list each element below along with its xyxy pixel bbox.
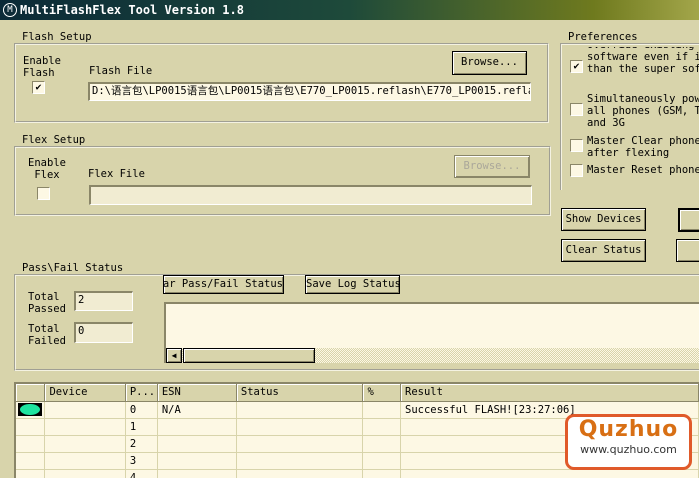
cell-device — [44, 418, 126, 436]
table-row[interactable]: 4 — [16, 469, 699, 478]
flex-file-input[interactable] — [89, 185, 532, 205]
pref-master-reset-checkbox[interactable] — [570, 164, 583, 177]
col-percent[interactable]: % — [362, 384, 401, 402]
pref-power-checkbox[interactable] — [570, 103, 583, 116]
pass-fail-label: Pass\Fail Status — [20, 262, 126, 274]
preferences-label: Preferences — [566, 31, 640, 43]
flash-browse-button[interactable]: Browse... — [452, 51, 527, 75]
pref-override-checkbox[interactable]: ✔ — [570, 60, 583, 73]
cell-port: 1 — [125, 418, 158, 436]
flash-file-input[interactable]: D:\语言包\LP0015语言包\LP0015语言包\E770_LP0015.r… — [88, 82, 531, 101]
status-led-cell — [16, 401, 46, 419]
clear-pass-fail-label: Clear Pass/Fail Status — [163, 278, 283, 290]
enable-flash-checkbox[interactable]: ✔ — [32, 81, 45, 94]
col-port[interactable]: P... — [125, 384, 158, 402]
cell-status — [236, 452, 364, 470]
col-result[interactable]: Result — [400, 384, 699, 402]
cell-device — [44, 435, 126, 453]
stop-button[interactable] — [676, 239, 699, 262]
table-header: Device P... ESN Status % Result — [16, 384, 699, 402]
col-esn[interactable]: ESN — [157, 384, 237, 402]
cell-port: 3 — [125, 452, 158, 470]
cell-esn — [157, 452, 237, 470]
watermark-url: www.quzhuo.com — [580, 443, 677, 456]
scroll-left-icon[interactable]: ◀ — [166, 348, 182, 363]
flash-setup-label: Flash Setup — [20, 31, 94, 43]
cell-device — [44, 401, 126, 419]
cell-status — [236, 435, 364, 453]
col-status-led[interactable] — [16, 384, 46, 402]
pref-power-label: Simultaneously power all phones (GSM, TD… — [587, 93, 699, 129]
motorola-logo-icon: M — [3, 3, 17, 17]
flex-file-label: Flex File — [88, 168, 145, 180]
total-passed-field: 2 — [74, 291, 133, 311]
total-failed-field: 0 — [74, 322, 133, 343]
save-log-button[interactable]: Save Log Status — [305, 275, 400, 294]
flex-browse-button[interactable]: Browse... — [454, 155, 530, 178]
col-status[interactable]: Status — [236, 384, 364, 402]
col-device[interactable]: Device — [44, 384, 126, 402]
cell-port: 4 — [125, 469, 158, 478]
cell-device — [44, 469, 126, 478]
scrollbar-thumb[interactable] — [183, 348, 315, 363]
title-bar: MultiFlashFlex Tool Version 1.8 — [0, 0, 699, 20]
show-devices-button[interactable]: Show Devices — [561, 208, 646, 231]
window-title: MultiFlashFlex Tool Version 1.8 — [20, 3, 244, 17]
total-passed-label: Total Passed — [28, 291, 66, 315]
clear-pass-fail-button[interactable]: Clear Pass/Fail Status — [163, 275, 284, 294]
status-led-cell — [16, 418, 46, 436]
pref-master-clear-checkbox[interactable] — [570, 139, 583, 152]
clear-status-button[interactable]: Clear Status — [561, 239, 646, 262]
flash-file-label: Flash File — [89, 65, 153, 77]
cell-status — [236, 469, 364, 478]
log-horizontal-scrollbar[interactable]: ◀ — [166, 348, 699, 363]
watermark-brand: Quzhuo — [578, 417, 679, 442]
status-led-cell — [16, 452, 46, 470]
start-button[interactable] — [678, 208, 699, 232]
cell-port: 2 — [125, 435, 158, 453]
total-failed-label: Total Failed — [28, 323, 66, 347]
cell-esn — [157, 469, 237, 478]
preferences-list: Override existing phone software even if… — [570, 47, 699, 190]
cell-esn — [157, 418, 237, 436]
status-led-cell — [16, 469, 46, 478]
log-area[interactable]: ◀ — [164, 302, 699, 363]
cell-pct — [362, 418, 401, 436]
enable-flex-label: Enable Flex — [28, 157, 66, 181]
cell-status — [236, 401, 364, 419]
flex-setup-label: Flex Setup — [20, 134, 88, 146]
cell-result — [400, 469, 699, 478]
pref-master-reset-label: Master Reset phones — [587, 164, 699, 176]
status-led-icon — [18, 403, 42, 416]
cell-esn — [157, 435, 237, 453]
cell-esn: N/A — [157, 401, 237, 419]
quzhuo-watermark: Quzhuo www.quzhuo.com — [565, 414, 692, 470]
cell-device — [44, 452, 126, 470]
enable-flash-label: Enable Flash — [23, 55, 61, 79]
cell-port: 0 — [125, 401, 158, 419]
cell-pct — [362, 452, 401, 470]
cell-pct — [362, 401, 401, 419]
pref-override-label: Override existing phone software even if… — [587, 47, 699, 75]
pref-master-clear-label: Master Clear phones after flexing — [587, 135, 699, 159]
cell-pct — [362, 469, 401, 478]
cell-status — [236, 418, 364, 436]
cell-pct — [362, 435, 401, 453]
status-led-cell — [16, 435, 46, 453]
enable-flex-checkbox[interactable] — [37, 187, 50, 200]
